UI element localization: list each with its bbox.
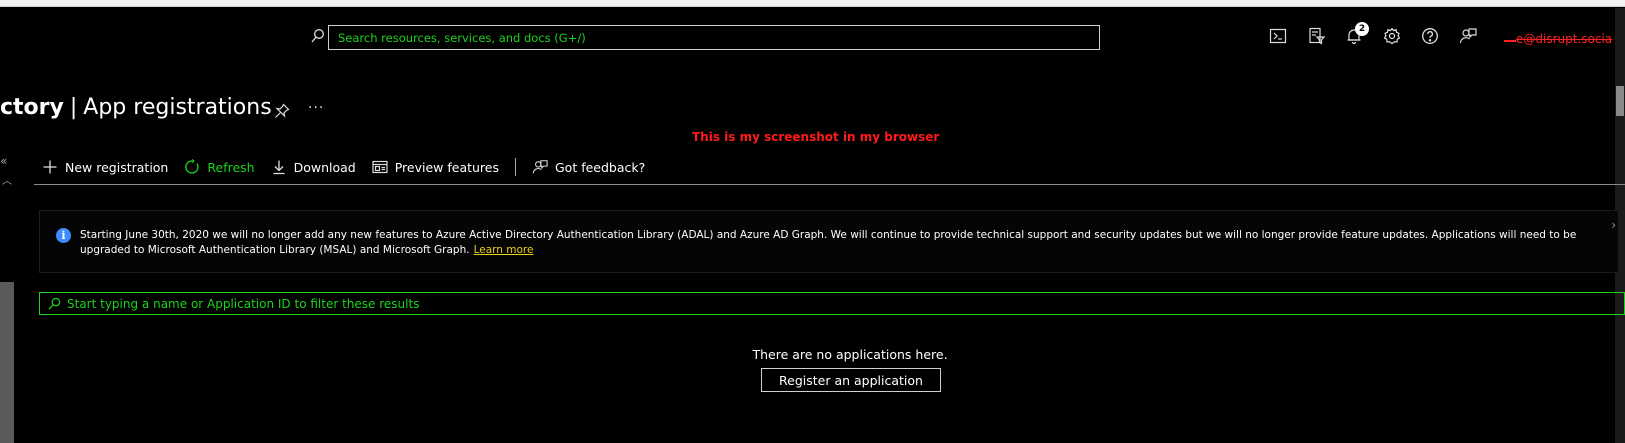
filter-placeholder: Start typing a name or Application ID to… bbox=[67, 296, 420, 311]
cloud-shell-button[interactable] bbox=[1268, 26, 1288, 46]
refresh-button[interactable]: Refresh bbox=[184, 159, 255, 175]
preview-features-icon bbox=[372, 160, 388, 174]
settings-button[interactable] bbox=[1382, 26, 1402, 46]
account-menu[interactable]: e@disrupt.socia bbox=[1516, 32, 1612, 46]
download-label: Download bbox=[293, 159, 356, 175]
feedback-button[interactable] bbox=[1458, 26, 1478, 46]
directory-filter-icon bbox=[1309, 27, 1325, 45]
new-registration-button[interactable]: New registration bbox=[42, 159, 168, 175]
download-button[interactable]: Download bbox=[271, 159, 356, 175]
preview-features-button[interactable]: Preview features bbox=[372, 159, 499, 175]
scrollbar-thumb[interactable] bbox=[1616, 86, 1624, 116]
search-icon bbox=[48, 297, 61, 310]
page-title-app-registrations: App registrations bbox=[83, 95, 272, 120]
search-icon bbox=[311, 29, 324, 43]
empty-state-message: There are no applications here. bbox=[752, 347, 948, 362]
browser-chrome-strip bbox=[0, 0, 1625, 7]
plus-icon bbox=[43, 160, 57, 174]
refresh-label: Refresh bbox=[207, 159, 255, 175]
toolbar-divider-line bbox=[34, 184, 1625, 185]
pin-icon[interactable] bbox=[274, 103, 290, 119]
filter-input[interactable]: Start typing a name or Application ID to… bbox=[39, 292, 1625, 315]
notifications-button[interactable]: 2 bbox=[1344, 22, 1369, 46]
more-options-icon[interactable]: ··· bbox=[308, 100, 324, 116]
register-application-button[interactable]: Register an application bbox=[761, 368, 941, 392]
learn-more-link[interactable]: Learn more bbox=[474, 244, 534, 256]
page-title-separator: | bbox=[69, 95, 78, 120]
directory-filter-button[interactable] bbox=[1306, 26, 1326, 46]
account-redaction-mark bbox=[1504, 40, 1516, 42]
info-icon: i bbox=[56, 228, 71, 243]
toolbar-divider bbox=[515, 158, 516, 176]
got-feedback-label: Got feedback? bbox=[555, 159, 646, 175]
feedback-icon bbox=[532, 160, 548, 174]
preview-features-label: Preview features bbox=[394, 159, 499, 175]
search-placeholder: Search resources, services, and docs (G+… bbox=[338, 30, 586, 45]
command-bar: New registration Refresh Download Previe… bbox=[42, 156, 661, 178]
download-icon bbox=[273, 160, 285, 175]
collapse-sidebar-icon[interactable]: « bbox=[0, 154, 7, 168]
header-icon-bar: 2 bbox=[1268, 22, 1496, 46]
new-registration-label: New registration bbox=[65, 159, 169, 175]
info-banner: i Starting June 30th, 2020 we will no lo… bbox=[39, 210, 1619, 273]
left-panel-edge bbox=[0, 282, 14, 443]
notification-count-badge: 2 bbox=[1355, 22, 1369, 36]
banner-close-icon[interactable]: › bbox=[1611, 218, 1616, 232]
help-button[interactable] bbox=[1420, 26, 1440, 46]
help-icon bbox=[1422, 28, 1438, 44]
info-banner-text: Starting June 30th, 2020 we will no long… bbox=[80, 228, 1600, 258]
refresh-icon bbox=[185, 159, 199, 174]
gear-icon bbox=[1383, 27, 1401, 45]
got-feedback-button[interactable]: Got feedback? bbox=[532, 159, 645, 175]
screenshot-annotation: This is my screenshot in my browser bbox=[692, 130, 940, 144]
global-search-input[interactable]: Search resources, services, and docs (G+… bbox=[328, 25, 1100, 50]
page-title-directory: ctory bbox=[0, 95, 64, 120]
chevron-up-icon[interactable]: ︿ bbox=[2, 172, 12, 187]
page-title: ctory | App registrations bbox=[0, 95, 272, 120]
info-banner-message: Starting June 30th, 2020 we will no long… bbox=[80, 229, 1577, 256]
cloud-shell-icon bbox=[1269, 28, 1287, 44]
feedback-icon bbox=[1459, 28, 1477, 44]
